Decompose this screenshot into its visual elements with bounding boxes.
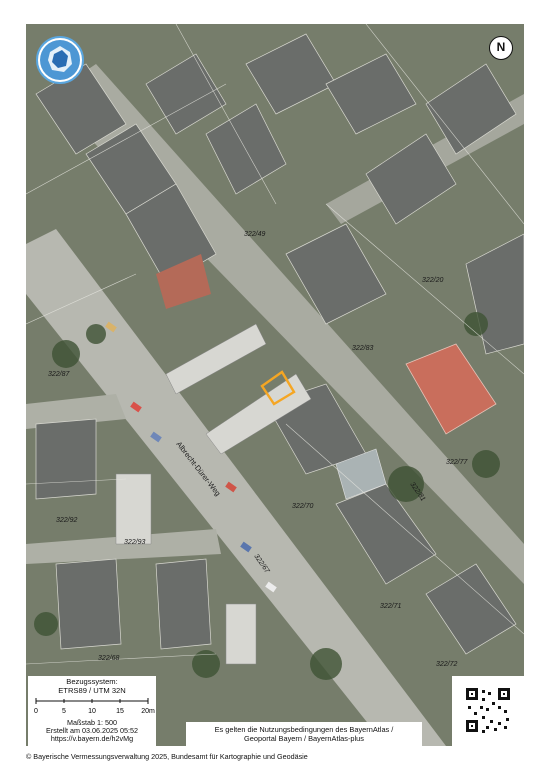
qr-code [452,676,524,746]
parcel-label: 322/92 [56,517,78,524]
aerial-map[interactable]: 322/49 322/20 322/83 322/77 322/81 322/7… [26,24,524,746]
scale-tick: 0 [34,708,38,715]
terms-notice: Es gelten die Nutzungsbedingungen des Ba… [186,722,422,746]
bayernatlas-logo [36,36,84,84]
copyright-footer: © Bayerische Vermessungsverwaltung 2025,… [26,752,308,761]
parcel-label: 322/68 [98,655,120,662]
north-arrow: N [489,36,513,60]
reference-system: Bezugssystem: ETRS89 / UTM 32N [28,677,156,695]
reference-system-name: ETRS89 / UTM 32N [58,686,126,695]
parcel-label: 322/77 [446,459,469,466]
parcel-label: 322/72 [436,661,458,668]
terms-line-2: Geoportal Bayern / BayernAtlas-plus [244,734,364,743]
parcel-label: 322/83 [352,345,374,352]
parcel-label: 322/71 [380,603,402,610]
scale-tick: 5 [62,708,66,715]
parcel-label: 322/70 [292,503,314,510]
parcel-label: 322/93 [124,539,146,546]
scale-tick: 15 [116,708,124,715]
parcel-label: 322/87 [48,371,71,378]
reference-title: Bezugssystem: [66,677,118,686]
parcel-label: 322/49 [244,231,266,238]
scale-bar: 0 5 10 15 20m [28,697,156,719]
short-link[interactable]: https://v.bayern.de/h2vMg [28,735,156,743]
north-label: N [496,40,506,54]
scale-tick: 20m [141,708,155,715]
parcel-label: 322/20 [422,277,444,284]
scale-info: Maßstab 1: 500 Erstellt am 03.06.2025 05… [28,719,156,743]
map-canvas: 322/49 322/20 322/83 322/77 322/81 322/7… [26,24,524,746]
scale-tick: 10 [88,708,96,715]
terms-line-1: Es gelten die Nutzungsbedingungen des Ba… [214,725,394,734]
